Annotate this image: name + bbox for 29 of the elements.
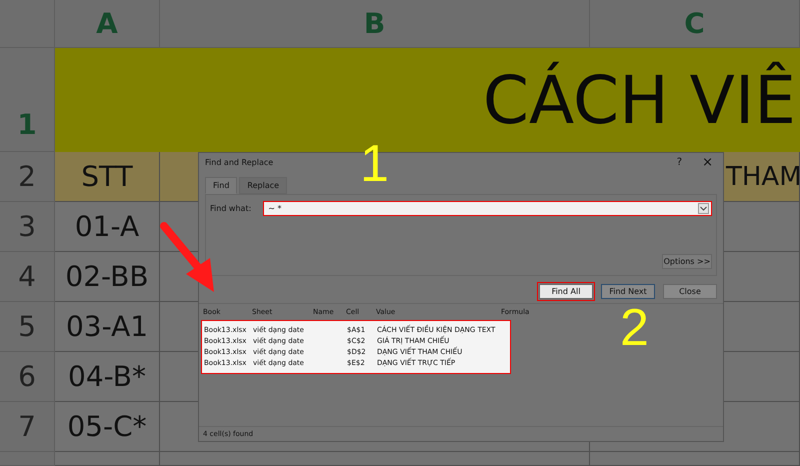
dialog-button[interactable]: Find Next xyxy=(601,284,655,299)
table-cell: 02-BB xyxy=(55,252,160,302)
title-text: CÁCH VIÊ xyxy=(482,62,796,138)
tab[interactable]: Replace xyxy=(239,177,288,194)
row-header[interactable]: 4 xyxy=(0,252,55,302)
find-what-label: Find what: xyxy=(210,204,252,213)
table-cell: 03-A1 xyxy=(55,302,160,352)
row-header[interactable]: 5 xyxy=(0,302,55,352)
row-header[interactable]: 6 xyxy=(0,352,55,402)
step-number: 1 xyxy=(360,138,389,190)
step-number: 2 xyxy=(620,302,649,354)
dialog-button[interactable]: Find All xyxy=(539,284,593,299)
select-all-corner[interactable] xyxy=(0,0,55,48)
row-header[interactable]: 7 xyxy=(0,402,55,452)
table-cell: 04-B* xyxy=(55,352,160,402)
dialog-button[interactable]: Close xyxy=(663,284,717,299)
table-cell: STT xyxy=(55,152,160,202)
options-button[interactable]: Options >> xyxy=(662,254,712,269)
table-cell: 05-C* xyxy=(55,402,160,452)
row-header[interactable]: 3 xyxy=(0,202,55,252)
tab[interactable]: Find xyxy=(205,177,238,194)
help-button[interactable]: ? xyxy=(672,156,686,168)
dropdown-icon[interactable] xyxy=(698,203,709,214)
row-header[interactable] xyxy=(0,452,55,466)
dialog-title: Find and Replace xyxy=(205,158,274,166)
close-button[interactable]: × xyxy=(698,154,717,170)
find-what-field[interactable]: ~ * xyxy=(263,201,712,216)
row-header[interactable]: 2 xyxy=(0,152,55,202)
table-cell: 01-A xyxy=(55,202,160,252)
